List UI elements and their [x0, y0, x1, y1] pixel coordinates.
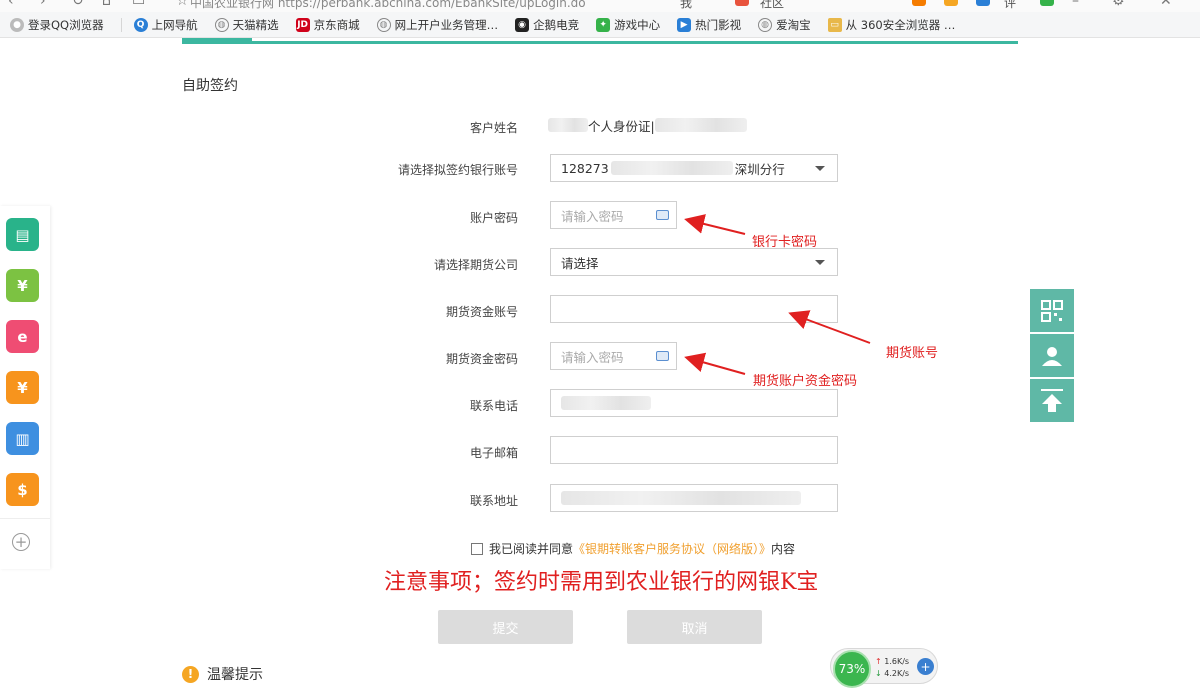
annotation-arrow [788, 310, 871, 344]
left-sidebar: ▤ ¥ e ¥ ▥ $ + [0, 206, 50, 569]
coin-stack-icon[interactable]: ¥ [6, 371, 39, 404]
download-speed-text: 4.2K/s [884, 669, 910, 678]
arrow-up-icon [1041, 388, 1063, 412]
qr-code-icon [1041, 299, 1063, 322]
agreement-row: 我已阅读并同意 《银期转账客户服务协议（网络版）》 内容 [471, 540, 795, 557]
agreement-link[interactable]: 《银期转账客户服务协议（网络版）》 [573, 540, 771, 557]
warning-icon: ! [182, 665, 199, 683]
annotation-arrow [684, 352, 746, 375]
network-speed-widget[interactable]: 73% ↑ 1.6K/s ↓ 4.2K/s + [830, 648, 938, 688]
annotation-bank-password: 银行卡密码 [752, 235, 818, 250]
add-icon[interactable]: + [12, 533, 30, 551]
annotation-futures-account: 期货账号 [886, 346, 939, 361]
tips-header: ! 温馨提示 [182, 664, 263, 684]
annotation-futures-password: 期货账户资金密码 [753, 374, 858, 389]
bank-card-icon[interactable]: ▥ [6, 422, 39, 455]
users-icon [1042, 346, 1062, 366]
memory-percent: 73% [833, 650, 871, 688]
annotation-arrow [684, 214, 746, 235]
agreement-text: 我已阅读并同意 [489, 542, 574, 556]
card-icon[interactable]: ▤ [6, 218, 39, 251]
dollar-coin-icon[interactable]: $ [6, 473, 39, 506]
qr-code-button[interactable] [1030, 289, 1074, 332]
agreement-checkbox[interactable] [471, 542, 483, 555]
divider [0, 518, 50, 519]
submit-button[interactable]: 提交 [438, 610, 573, 644]
customer-service-button[interactable] [1030, 334, 1074, 377]
upload-speed-text: 1.6K/s [884, 657, 910, 666]
download-speed: ↓ 4.2K/s [875, 669, 910, 678]
agreement-text: 内容 [771, 542, 796, 556]
e-chart-icon[interactable]: e [6, 320, 39, 353]
upload-speed: ↑ 1.6K/s [875, 657, 910, 666]
accelerate-icon[interactable]: + [917, 658, 934, 675]
tips-title: 温馨提示 [207, 667, 263, 683]
cancel-button[interactable]: 取消 [627, 610, 762, 644]
back-to-top-button[interactable] [1030, 379, 1074, 422]
yuan-exchange-icon[interactable]: ¥ [6, 269, 39, 302]
notice-text: 注意事项；签约时需用到农业银行的网银K宝 [384, 570, 819, 595]
